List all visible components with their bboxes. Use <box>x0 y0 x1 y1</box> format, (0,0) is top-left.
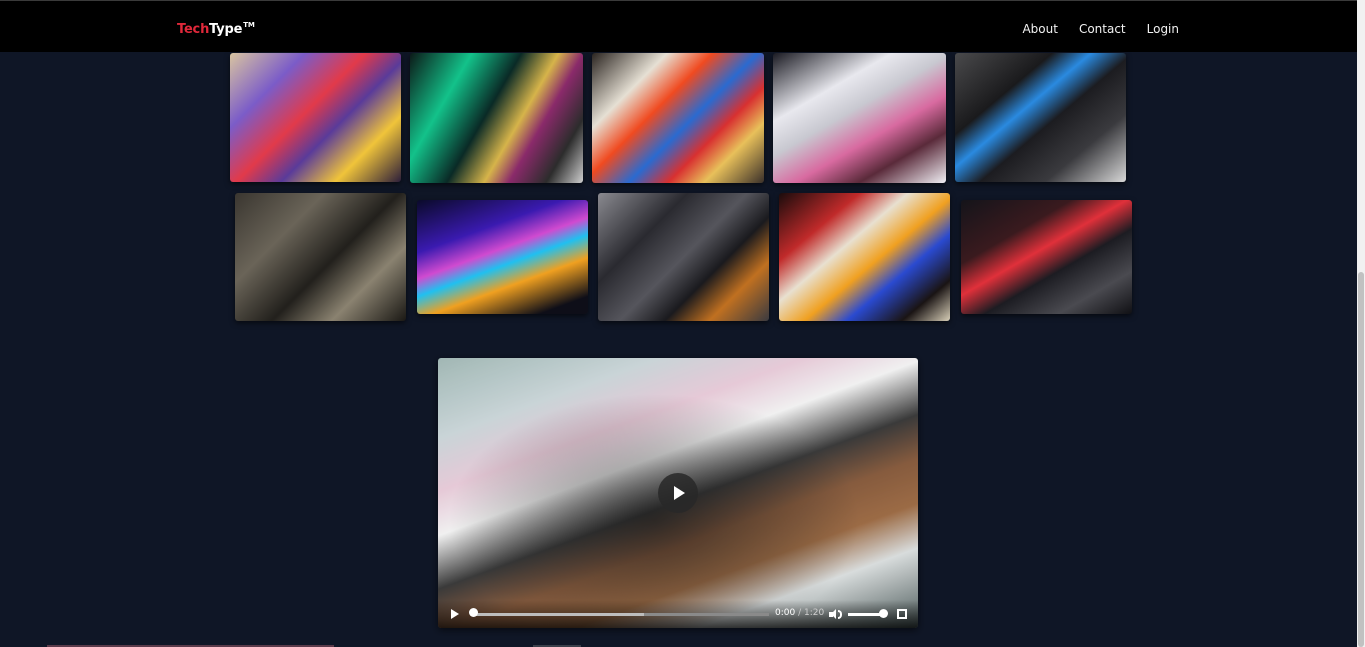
current-time: 0:00 <box>775 608 796 618</box>
nav-link-about[interactable]: About <box>1022 22 1057 36</box>
video-controls: 0:00 / 1:20 <box>438 600 918 628</box>
play-icon[interactable] <box>450 609 460 620</box>
scrollbar-thumb[interactable] <box>1358 272 1364 647</box>
gallery-image-white-pink-keyboards[interactable] <box>773 53 946 183</box>
nav-link-login[interactable]: Login <box>1147 22 1179 36</box>
time-display: 0:00 / 1:20 <box>775 608 824 618</box>
gallery-image-cartoon-keycaps[interactable] <box>779 193 950 321</box>
gallery-image-rgb-keyboard[interactable] <box>417 200 588 314</box>
gallery-image-artisan-keycaps[interactable] <box>230 53 401 182</box>
top-navbar: TechTypeTM About Contact Login <box>0 0 1357 52</box>
gallery-image-keyboard-display[interactable] <box>955 53 1126 182</box>
time-separator: / <box>798 608 802 618</box>
seek-bar[interactable] <box>472 613 769 616</box>
seek-buffered <box>472 613 644 616</box>
gallery-image-green-keyboard[interactable] <box>410 53 583 183</box>
fullscreen-icon[interactable] <box>897 609 907 619</box>
gallery-image-retro-keyboard[interactable] <box>235 193 406 321</box>
big-play-button[interactable] <box>658 473 698 513</box>
brand-text-type: Type <box>209 22 243 37</box>
nav-link-contact[interactable]: Contact <box>1079 22 1126 36</box>
gallery-image-motherboard[interactable] <box>598 193 769 321</box>
duration: 1:20 <box>804 608 825 618</box>
main-nav: About Contact Login <box>1022 22 1179 36</box>
seek-handle[interactable] <box>469 608 478 617</box>
volume-wave-icon <box>838 610 842 619</box>
trademark-mark: TM <box>243 21 255 29</box>
gallery-image-red-keyboard[interactable] <box>961 200 1132 314</box>
gallery-image-character-keycaps[interactable] <box>592 53 764 183</box>
page-scrollbar[interactable] <box>1357 0 1365 647</box>
video-player[interactable]: 0:00 / 1:20 <box>438 358 918 628</box>
volume-handle[interactable] <box>879 609 888 618</box>
brand-text-tech: Tech <box>177 22 210 37</box>
brand-logo[interactable]: TechTypeTM <box>177 21 255 37</box>
